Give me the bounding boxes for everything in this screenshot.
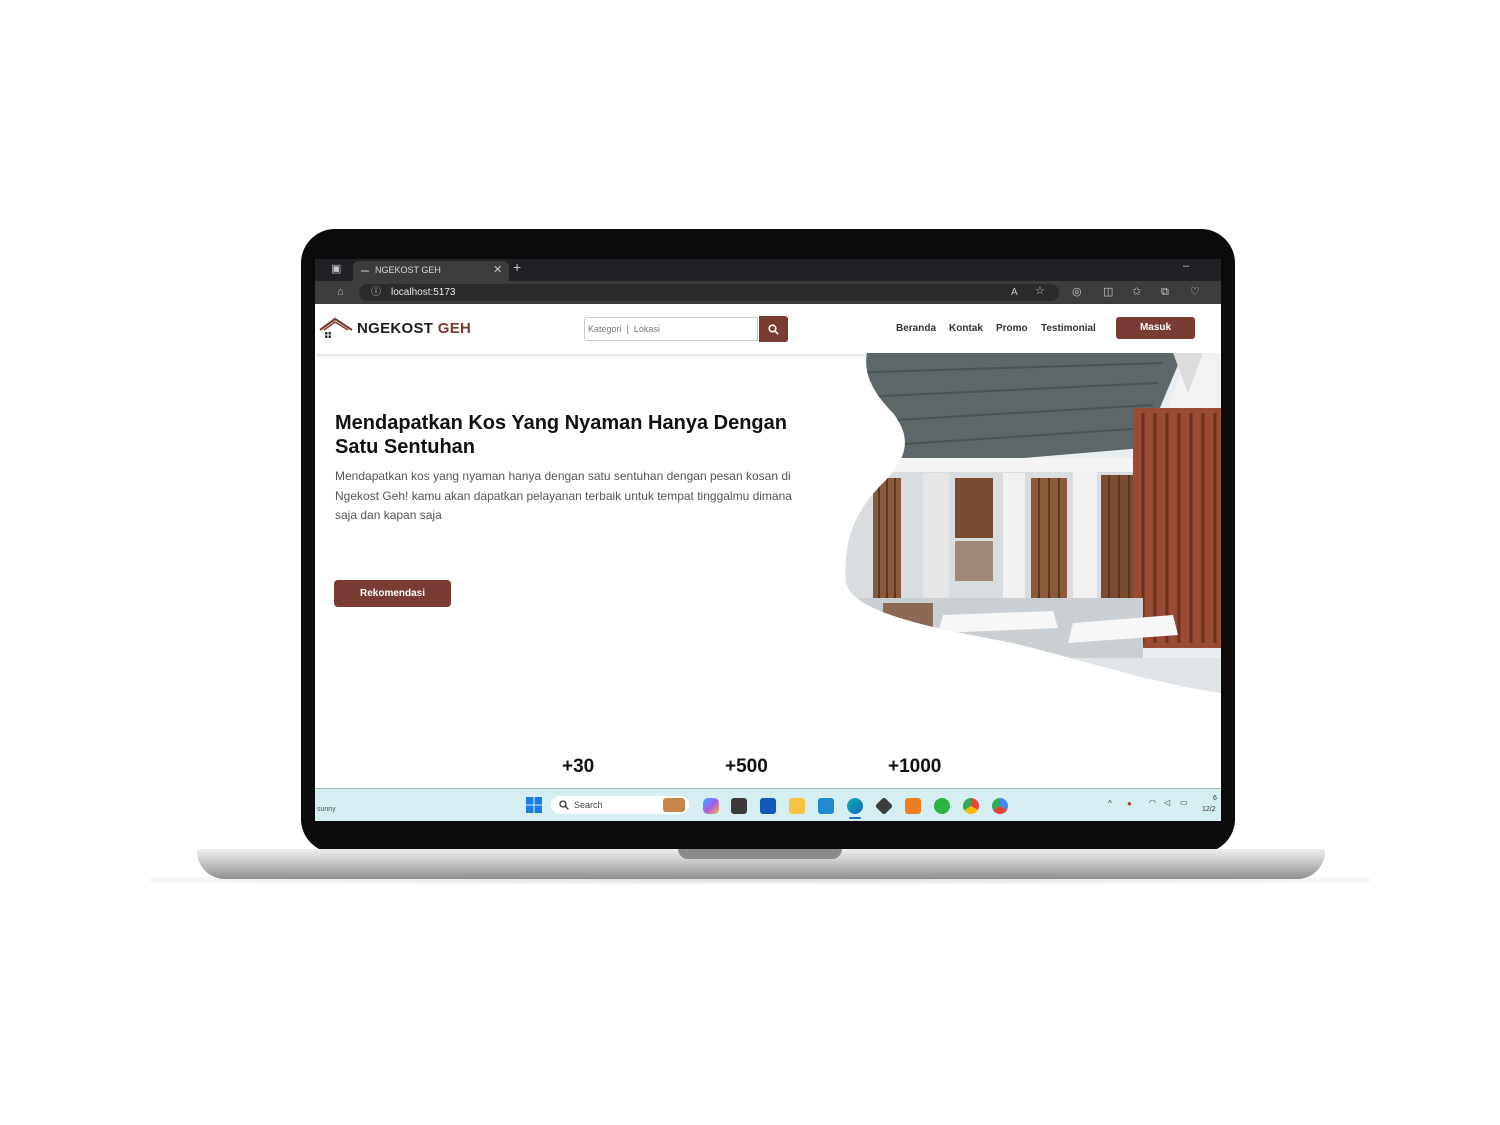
clock-time[interactable]: 6	[1213, 795, 1217, 802]
browser-essentials-icon[interactable]: ♡	[1190, 287, 1200, 298]
laptop-screen: ▣ NGEKOST GEH ✕ + – ⌂ ⓘ localhost:5173 A…	[315, 259, 1221, 821]
nav-kontak[interactable]: Kontak	[949, 323, 983, 334]
house-logo-icon[interactable]	[319, 317, 353, 339]
whatsapp-icon[interactable]	[934, 798, 950, 814]
file-explorer-icon[interactable]	[789, 798, 805, 814]
tab-favicon-icon	[361, 270, 369, 272]
stat-value: +1000	[888, 756, 942, 777]
taskbar-search[interactable]: Search	[551, 796, 689, 814]
split-screen-icon[interactable]: ◫	[1103, 287, 1113, 298]
tray-chevron-icon[interactable]: ^	[1108, 799, 1112, 808]
nav-beranda[interactable]: Beranda	[896, 323, 936, 334]
site-logo[interactable]: NGEKOST GEH	[357, 320, 471, 337]
browser-tab-bar: ▣ NGEKOST GEH ✕ + –	[315, 259, 1221, 281]
favorite-star-icon[interactable]: ☆	[1035, 286, 1045, 297]
address-url: localhost:5173	[391, 287, 456, 298]
volume-icon[interactable]: ◁	[1164, 798, 1170, 807]
taskbar: sunny Search ^ ● ◠ ◁ ▭ 6 12/2	[315, 788, 1221, 821]
search-button[interactable]	[759, 316, 788, 342]
start-icon[interactable]	[526, 797, 542, 813]
hero-description: Mendapatkan kos yang nyaman hanya dengan…	[335, 469, 792, 522]
home-icon[interactable]: ⌂	[337, 287, 344, 298]
taskbar-search-label: Search	[574, 800, 603, 810]
extension-icon[interactable]: ◎	[1072, 287, 1082, 298]
address-bar[interactable]: ⓘ localhost:5173 A ☆	[359, 284, 1059, 301]
read-aloud-icon[interactable]: A	[1011, 287, 1018, 298]
tray-app-icon[interactable]: ●	[1127, 799, 1132, 808]
tab-actions-icon[interactable]: ▣	[331, 264, 341, 275]
vscode-icon[interactable]	[818, 798, 834, 814]
search-highlight-icon	[663, 798, 685, 812]
github-desktop-icon[interactable]	[874, 796, 894, 816]
site-navbar: NGEKOST GEH Beranda Kontak Promo Testimo…	[315, 304, 1221, 354]
favorites-icon[interactable]: ✩	[1132, 287, 1141, 298]
site-info-icon[interactable]: ⓘ	[371, 287, 381, 298]
nav-promo[interactable]: Promo	[996, 323, 1028, 334]
stat-value: +30	[562, 756, 595, 777]
new-tab-icon[interactable]: +	[513, 260, 521, 274]
xampp-icon[interactable]	[905, 798, 921, 814]
tab-title: NGEKOST GEH	[375, 265, 441, 275]
stat-value: +500	[725, 756, 768, 777]
login-button[interactable]: Masuk	[1116, 317, 1195, 339]
task-view-icon[interactable]	[731, 798, 747, 814]
chrome-icon[interactable]	[963, 798, 979, 814]
minimize-icon[interactable]: –	[1183, 261, 1189, 272]
browser-tab[interactable]: NGEKOST GEH ✕	[353, 261, 509, 281]
nav-testimonial[interactable]: Testimonial	[1041, 323, 1096, 334]
clock-date[interactable]: 12/2	[1202, 806, 1216, 813]
chrome-profile-icon[interactable]	[992, 798, 1008, 814]
logo-accent-text: GEH	[437, 320, 472, 337]
search-icon	[559, 800, 569, 810]
wifi-icon[interactable]: ◠	[1149, 798, 1156, 807]
browser-toolbar: ⌂ ⓘ localhost:5173 A ☆ ◎ ◫ ✩ ⧉ ♡	[315, 281, 1221, 304]
collections-icon[interactable]: ⧉	[1161, 287, 1169, 298]
laptop-notch	[678, 849, 842, 859]
store-icon[interactable]	[760, 798, 776, 814]
copilot-icon[interactable]	[703, 798, 719, 814]
edge-icon[interactable]	[847, 798, 863, 814]
search-input[interactable]	[584, 317, 758, 341]
search-icon	[768, 324, 779, 335]
logo-main-text: NGEKOST	[357, 320, 434, 337]
battery-icon[interactable]: ▭	[1180, 798, 1188, 807]
weather-label: sunny	[317, 806, 336, 813]
hero-building-image	[845, 353, 1221, 693]
close-tab-icon[interactable]: ✕	[493, 265, 502, 276]
hero-title: Mendapatkan Kos Yang Nyaman Hanya Dengan…	[335, 412, 787, 458]
rekomendasi-button[interactable]: Rekomendasi	[334, 580, 451, 607]
active-app-indicator	[849, 817, 861, 819]
